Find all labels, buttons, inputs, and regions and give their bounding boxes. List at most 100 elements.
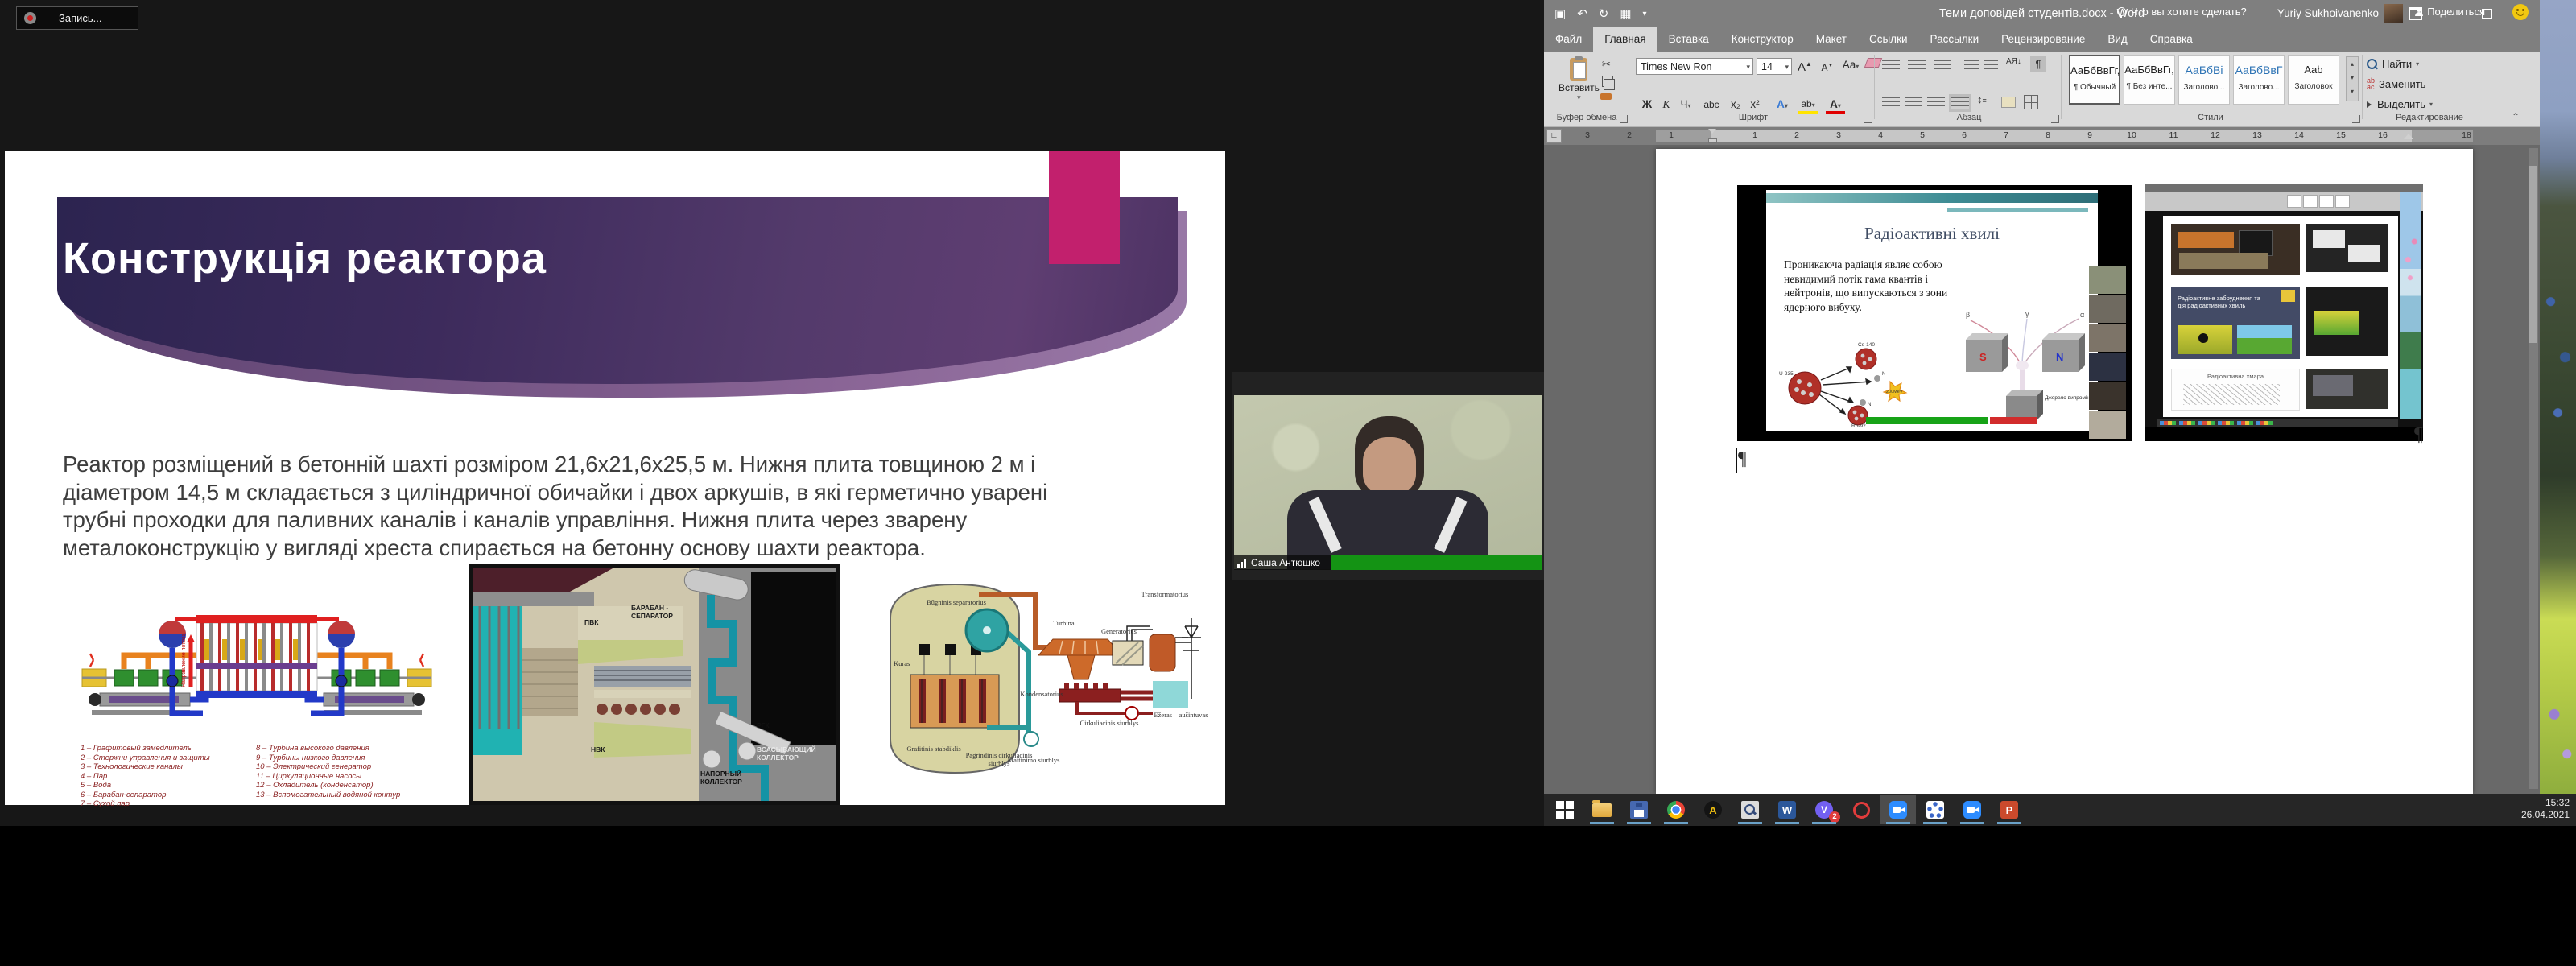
taskbar-viber[interactable]: V2 bbox=[1806, 795, 1842, 824]
highlight-button[interactable]: ab▾ bbox=[1798, 98, 1818, 114]
style-tile[interactable]: АаБбВвГЗаголово... bbox=[2233, 55, 2285, 105]
numbered-list-icon[interactable] bbox=[1908, 60, 1926, 72]
align-left-icon[interactable] bbox=[1882, 97, 1900, 109]
ribbon-tab[interactable]: Файл bbox=[1544, 27, 1593, 52]
font-name-combo[interactable]: Times New Ron▾ bbox=[1636, 58, 1753, 75]
sort-icon[interactable]: АЯ↓ bbox=[2006, 58, 2021, 66]
font-color-button[interactable]: А▾ bbox=[1826, 98, 1845, 114]
align-center-icon[interactable] bbox=[1905, 97, 1922, 109]
ribbon-tab[interactable]: Конструктор bbox=[1720, 27, 1805, 52]
font-dialog-launcher[interactable] bbox=[1864, 115, 1872, 123]
feedback-smiley-icon[interactable] bbox=[2512, 4, 2529, 20]
shading-icon[interactable] bbox=[2001, 97, 2016, 108]
embedded-screenshot-2[interactable]: Радіоактивне забруднення та дія радіоакт… bbox=[2145, 184, 2423, 441]
clear-format-eraser-icon[interactable] bbox=[1864, 58, 1882, 68]
taskbar-floppy-app[interactable] bbox=[1621, 795, 1657, 824]
change-case-button[interactable]: Aa▾ bbox=[1839, 57, 1863, 73]
ribbon-tab[interactable]: Справка bbox=[2139, 27, 2204, 52]
shrink-font-button[interactable]: А▼ bbox=[1818, 58, 1837, 74]
font-size-combo[interactable]: 14▾ bbox=[1757, 58, 1792, 75]
participant-thumbnail bbox=[2089, 266, 2126, 294]
d3-label-moderator: Grafitinis stabdiklis bbox=[902, 745, 966, 753]
borders-icon[interactable] bbox=[2024, 95, 2038, 109]
show-marks-icon[interactable]: ¶ bbox=[2030, 56, 2046, 72]
zoom-icon-2 bbox=[1963, 801, 1981, 819]
strikethrough-button[interactable]: abc bbox=[1702, 97, 1721, 113]
flow-direction-label: Направление потока bbox=[181, 634, 187, 687]
vertical-scrollbar[interactable] bbox=[2529, 148, 2538, 789]
ribbon-tab[interactable]: Главная bbox=[1593, 27, 1657, 52]
style-tile[interactable]: АаБбВіЗаголово... bbox=[2178, 55, 2230, 105]
bullet-list-icon[interactable] bbox=[1882, 60, 1900, 72]
cut-icon[interactable]: ✂ bbox=[1602, 58, 1611, 71]
taskbar-chrome[interactable] bbox=[1658, 795, 1694, 824]
taskbar-clock[interactable]: 15:32 26.04.2021 bbox=[2521, 797, 2570, 821]
find-button[interactable]: Найти▾ bbox=[2367, 58, 2419, 70]
indent-marker-left[interactable] bbox=[1708, 129, 1717, 143]
scrollbar-thumb[interactable] bbox=[2529, 166, 2537, 343]
subscript-button[interactable]: x₂ bbox=[1726, 97, 1745, 113]
start-button[interactable] bbox=[1547, 795, 1583, 824]
share-button[interactable]: Поделиться bbox=[2415, 0, 2485, 24]
ribbon-tab[interactable]: Вид bbox=[2096, 27, 2138, 52]
taskbar-file-explorer[interactable] bbox=[1584, 795, 1620, 824]
taskbar-word[interactable]: W bbox=[1769, 795, 1805, 824]
taskbar-zoom-active[interactable] bbox=[1880, 795, 1916, 824]
desktop-wallpaper-strip[interactable] bbox=[2540, 0, 2576, 794]
styles-scrollbar[interactable]: ▴▾▾ bbox=[2346, 56, 2359, 101]
bold-button[interactable]: Ж bbox=[1637, 97, 1657, 113]
underline-button[interactable]: Ч▾ bbox=[1676, 97, 1695, 113]
text-effects-button[interactable]: А▾ bbox=[1773, 97, 1792, 113]
copy-icon-2[interactable] bbox=[1604, 79, 1615, 90]
styles-dialog-launcher[interactable] bbox=[2352, 115, 2360, 123]
slide-header-bar-2 bbox=[1947, 208, 2088, 212]
font-name-value: Times New Ron bbox=[1641, 61, 1711, 72]
document-area: Радіоактивні хвилі Проникаюча радіація я… bbox=[1544, 145, 2540, 794]
increase-indent-icon[interactable] bbox=[1984, 60, 1998, 72]
line-spacing-icon[interactable]: ↕≡ bbox=[1977, 93, 1987, 105]
style-tile[interactable]: АabЗаголовок bbox=[2288, 55, 2339, 105]
tab-selector[interactable]: ∟ bbox=[1546, 129, 1562, 143]
align-right-icon[interactable] bbox=[1927, 97, 1945, 109]
clipboard-dialog-launcher[interactable] bbox=[1620, 115, 1628, 123]
taskbar-search-app[interactable] bbox=[1732, 795, 1768, 824]
paragraph-dialog-launcher[interactable] bbox=[2051, 115, 2059, 123]
replace-button[interactable]: abacЗаменить bbox=[2367, 77, 2425, 90]
indent-marker-right[interactable] bbox=[2404, 134, 2413, 139]
accent-bar bbox=[1049, 151, 1120, 264]
justify-icon[interactable] bbox=[1951, 97, 1969, 109]
taskbar-zoom-2[interactable] bbox=[1955, 795, 1990, 824]
ribbon-tab[interactable]: Рассылки bbox=[1919, 27, 1991, 52]
paste-button[interactable]: Вставить ▾ bbox=[1558, 58, 1600, 102]
ruler[interactable]: 3211234567891011121314151618 ∟ bbox=[1544, 127, 2540, 145]
embedded-screenshot-1[interactable]: Радіоактивні хвилі Проникаюча радіація я… bbox=[1737, 185, 2132, 441]
grow-font-button[interactable]: А▲ bbox=[1795, 56, 1814, 72]
ruler-number: 3 bbox=[1583, 130, 1592, 140]
italic-button[interactable]: К bbox=[1657, 97, 1676, 113]
ribbon-tab[interactable]: Макет bbox=[1805, 27, 1858, 52]
taskbar-aimp[interactable]: A bbox=[1695, 795, 1731, 824]
tell-me-box[interactable]: Что вы хотите сделать? bbox=[2117, 0, 2247, 24]
select-button[interactable]: Выделить▾ bbox=[2367, 98, 2433, 110]
format-painter-icon[interactable] bbox=[1600, 93, 1612, 100]
paste-dropdown-icon[interactable]: ▾ bbox=[1577, 93, 1581, 102]
multilevel-list-icon[interactable] bbox=[1934, 60, 1951, 72]
document-page[interactable]: Радіоактивні хвилі Проникаюча радіація я… bbox=[1656, 149, 2473, 794]
ribbon-tab[interactable]: Ссылки bbox=[1858, 27, 1919, 52]
collapse-ribbon-icon[interactable]: ⌃ bbox=[2512, 111, 2520, 122]
s-pole-label: S bbox=[1979, 351, 1987, 363]
superscript-button[interactable]: x² bbox=[1745, 97, 1765, 113]
decrease-indent-icon[interactable] bbox=[1964, 60, 1979, 72]
style-tile[interactable]: АаБбВвГг,¶ Без инте... bbox=[2124, 55, 2175, 105]
recording-indicator[interactable]: Запись... bbox=[16, 6, 138, 30]
ribbon-tab[interactable]: Рецензирование bbox=[1990, 27, 2096, 52]
taskbar-opera[interactable] bbox=[1843, 795, 1879, 824]
taskbar-geogebra[interactable] bbox=[1918, 795, 1953, 824]
word-titlebar[interactable]: ▣ ↶ ↻ ▦ ▾ Теми доповідей студентів.docx … bbox=[1544, 0, 2540, 27]
group-label-editing: Редактирование bbox=[2381, 113, 2478, 122]
style-tile[interactable]: АаБбВвГг,¶ Обычный bbox=[2069, 55, 2120, 105]
ribbon-tab[interactable]: Вставка bbox=[1657, 27, 1720, 52]
account-name[interactable]: Yuriy Sukhoivanenko bbox=[2277, 0, 2379, 27]
webcam-tile[interactable]: Саша Антюшко bbox=[1232, 372, 1545, 580]
taskbar-powerpoint[interactable]: P bbox=[1992, 795, 2027, 824]
